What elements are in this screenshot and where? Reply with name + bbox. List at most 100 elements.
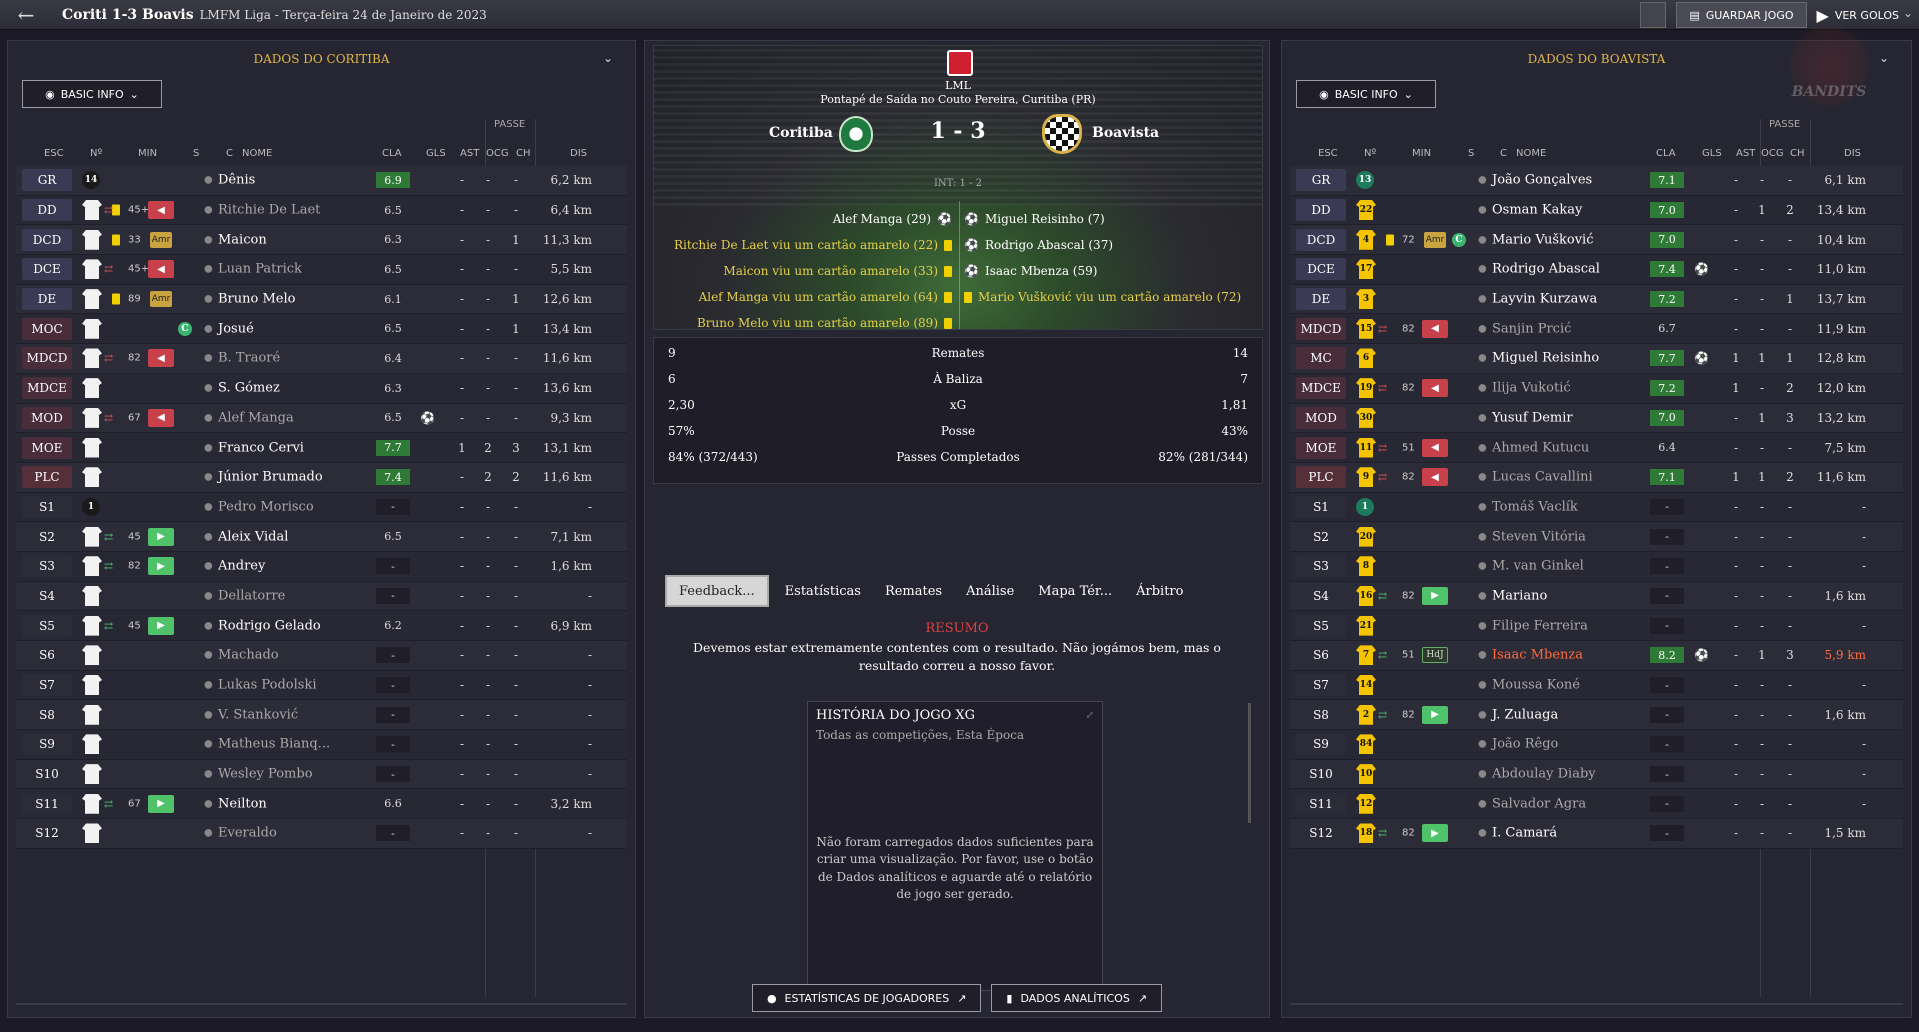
- player-name[interactable]: Salvador Agra: [1492, 796, 1586, 811]
- away-crest[interactable]: [1042, 114, 1082, 154]
- player-row[interactable]: DCE 17 ● Rodrigo Abascal 7.4 ⚽ - - - 11,0 km: [1290, 255, 1903, 285]
- player-row[interactable]: PLC 9 ⇄ 82 ◀ ● Lucas Cavallini 7.1 1 1 2 11,6 km: [1290, 462, 1903, 493]
- chevron-down-icon[interactable]: ⌄: [603, 51, 613, 65]
- player-name[interactable]: Alef Manga: [218, 410, 294, 425]
- player-name[interactable]: Yusuf Demir: [1492, 410, 1573, 425]
- player-row[interactable]: DD 22 ● Osman Kakay 7.0 - 1 2 13,4 km: [1290, 195, 1903, 226]
- player-name[interactable]: Lucas Cavallini: [1492, 470, 1593, 485]
- player-name[interactable]: Matheus Bianq...: [218, 737, 330, 752]
- view-goals-button[interactable]: ▶ VER GOLOS: [1817, 6, 1900, 25]
- player-row[interactable]: GR 13 ● João Gonçalves 7.1 - - - 6,1 km: [1290, 166, 1903, 196]
- player-name[interactable]: Mario Vušković: [1492, 232, 1593, 247]
- player-row[interactable]: S3 8 ● M. van Ginkel - - - - -: [1290, 551, 1903, 582]
- player-row[interactable]: PLC ● Júnior Brumado 7.4 - 2 2 11,6 km: [16, 462, 627, 493]
- player-name[interactable]: Lukas Podolski: [218, 678, 317, 693]
- scrollbar-thumb[interactable]: [1248, 703, 1251, 823]
- player-name[interactable]: Rodrigo Abascal: [1492, 262, 1600, 277]
- player-row[interactable]: MOC C ● Josué 6.5 - - 1 13,4 km: [16, 314, 627, 345]
- back-arrow-icon[interactable]: ←: [6, 2, 46, 28]
- player-row[interactable]: S12 18 ⇄ 82 ▶ ● I. Camará - - - - 1,5 km: [1290, 819, 1903, 849]
- player-name[interactable]: Moussa Koné: [1492, 678, 1580, 693]
- player-name[interactable]: Andrey: [218, 559, 265, 574]
- player-name[interactable]: João Rêgo: [1492, 737, 1558, 752]
- player-row[interactable]: S8 ● V. Stanković - - - - -: [16, 700, 627, 731]
- tab-2[interactable]: Remates: [873, 575, 954, 607]
- player-name[interactable]: Osman Kakay: [1492, 203, 1582, 218]
- player-name[interactable]: B. Traoré: [218, 351, 280, 366]
- player-row[interactable]: S5 ⇄ 45 ▶ ● Rodrigo Gelado 6.2 - - - 6,9 km: [16, 611, 627, 641]
- chevron-down-icon[interactable]: ⌄: [1903, 6, 1913, 20]
- blank-button[interactable]: [1640, 2, 1667, 28]
- player-row[interactable]: S7 ● Lukas Podolski - - - - -: [16, 670, 627, 701]
- player-row[interactable]: DCD 33 Amr ● Maicon 6.3 - - 1 11,3 km: [16, 225, 627, 256]
- player-row[interactable]: S5 21 ● Filipe Ferreira - - - - -: [1290, 611, 1903, 641]
- player-row[interactable]: MDCD 15 ⇄ 82 ◀ ● Sanjin Prcić 6.7 - - - 11,9 km: [1290, 314, 1903, 345]
- player-name[interactable]: Dellatorre: [218, 588, 285, 603]
- player-row[interactable]: S4 16 ⇄ 82 ▶ ● Mariano - - - - 1,6 km: [1290, 581, 1903, 612]
- player-name[interactable]: Ritchie De Laet: [218, 203, 320, 218]
- player-name[interactable]: Steven Vitória: [1492, 529, 1586, 544]
- player-row[interactable]: S7 14 ● Moussa Koné - - - - -: [1290, 670, 1903, 701]
- player-name[interactable]: Neilton: [218, 796, 267, 811]
- expand-icon[interactable]: ⤢: [1086, 710, 1094, 721]
- player-row[interactable]: S6 7 ⇄ 51 HdJ ● Isaac Mbenza 8.2 ⚽ - 1 3 5,9 km: [1290, 641, 1903, 671]
- player-name[interactable]: M. van Ginkel: [1492, 559, 1584, 574]
- tab-1[interactable]: Estatísticas: [773, 575, 873, 607]
- player-name[interactable]: Isaac Mbenza: [1492, 648, 1583, 663]
- player-row[interactable]: DCD 4 72 Amr C ● Mario Vušković 7.0 - - - 10,4 km: [1290, 225, 1903, 256]
- player-name[interactable]: Machado: [218, 648, 279, 663]
- player-row[interactable]: MOD 30 ● Yusuf Demir 7.0 - 1 3 13,2 km: [1290, 403, 1903, 434]
- player-row[interactable]: DD ⇄ 45+4 ◀ ● Ritchie De Laet 6.5- - -6,4 km: [16, 195, 627, 226]
- player-row[interactable]: S10 ● Wesley Pombo - - - - -: [16, 759, 627, 790]
- player-row[interactable]: MOD ⇄ 67 ◀ ● Alef Manga 6.5 ⚽ - - - 9,3 km: [16, 403, 627, 434]
- player-row[interactable]: S3 ⇄ 82 ▶ ● Andrey - - - - 1,6 km: [16, 551, 627, 582]
- player-name[interactable]: Bruno Melo: [218, 292, 295, 307]
- analytics-button[interactable]: ▮ DADOS ANALÍTICOS ↗: [991, 984, 1163, 1012]
- player-row[interactable]: DE 89 Amr ● Bruno Melo 6.1 - - 1 12,6 km: [16, 284, 627, 315]
- player-name[interactable]: J. Zuluaga: [1492, 707, 1558, 722]
- tab-3[interactable]: Análise: [954, 575, 1026, 607]
- player-row[interactable]: S8 2 ⇄ 82 ▶ ● J. Zuluaga - - - - 1,6 km: [1290, 700, 1903, 731]
- player-row[interactable]: S9 84 ● João Rêgo - - - - -: [1290, 730, 1903, 760]
- player-name[interactable]: Dênis: [218, 173, 255, 188]
- player-row[interactable]: S1 1 ● Pedro Morisco - - - - -: [16, 492, 627, 523]
- player-name[interactable]: Mariano: [1492, 588, 1547, 603]
- player-name[interactable]: Josué: [218, 321, 254, 336]
- player-name[interactable]: Filipe Ferreira: [1492, 618, 1588, 633]
- basic-info-dropdown[interactable]: ◉ BASIC INFO ⌄: [22, 80, 162, 108]
- player-name[interactable]: Aleix Vidal: [218, 529, 288, 544]
- scrollbar[interactable]: [16, 1003, 627, 1005]
- player-name[interactable]: Tomáš Vaclík: [1492, 499, 1578, 514]
- player-name[interactable]: Ilija Vukotić: [1492, 381, 1571, 396]
- player-name[interactable]: I. Camará: [1492, 826, 1557, 841]
- player-name[interactable]: Wesley Pombo: [218, 767, 313, 782]
- chevron-down-icon[interactable]: ⌄: [1879, 51, 1889, 65]
- player-row[interactable]: MDCE 19 ⇄ 82 ◀ ● Ilija Vukotić 7.2 1 - 2 12,0 km: [1290, 373, 1903, 404]
- player-row[interactable]: MDCE ● S. Gómez 6.3 - - - 13,6 km: [16, 373, 627, 404]
- player-row[interactable]: MC 6 ● Miguel Reisinho 7.7 ⚽ 1 1 1 12,8 km: [1290, 344, 1903, 374]
- player-name[interactable]: Luan Patrick: [218, 262, 302, 277]
- player-name[interactable]: V. Stanković: [218, 707, 298, 722]
- player-name[interactable]: Everaldo: [218, 826, 277, 841]
- player-name[interactable]: Miguel Reisinho: [1492, 351, 1599, 366]
- player-row[interactable]: S1 1 ● Tomáš Vaclík - - - - -: [1290, 492, 1903, 523]
- scrollbar[interactable]: [1290, 1003, 1903, 1005]
- player-row[interactable]: GR 14 ● Dênis 6.9 - - - 6,2 km: [16, 166, 627, 196]
- player-name[interactable]: S. Gómez: [218, 381, 280, 396]
- player-name[interactable]: Abdoulay Diaby: [1492, 767, 1596, 782]
- player-name[interactable]: Layvin Kurzawa: [1492, 292, 1597, 307]
- tab-4[interactable]: Mapa Tér...: [1026, 575, 1124, 607]
- basic-info-dropdown[interactable]: ◉ BASIC INFO ⌄: [1296, 80, 1436, 108]
- save-game-button[interactable]: ▤ GUARDAR JOGO: [1676, 2, 1807, 28]
- player-row[interactable]: MOE 11 ⇄ 51 ◀ ● Ahmed Kutucu 6.4 - - - 7,5 km: [1290, 433, 1903, 463]
- tab-5[interactable]: Árbitro: [1124, 575, 1195, 607]
- player-row[interactable]: S9 ● Matheus Bianq... - - - - -: [16, 730, 627, 760]
- player-name[interactable]: Rodrigo Gelado: [218, 618, 321, 633]
- player-name[interactable]: João Gonçalves: [1492, 173, 1592, 188]
- player-name[interactable]: Pedro Morisco: [218, 499, 314, 514]
- player-name[interactable]: Franco Cervi: [218, 440, 304, 455]
- player-stats-button[interactable]: ● ESTATÍSTICAS DE JOGADORES ↗: [751, 984, 982, 1012]
- player-row[interactable]: S2 ⇄ 45 ▶ ● Aleix Vidal 6.5 - - - 7,1 km: [16, 522, 627, 552]
- player-row[interactable]: MDCD ⇄ 82 ◀ ● B. Traoré 6.4 - - - 11,6 km: [16, 344, 627, 374]
- player-row[interactable]: S2 20 ● Steven Vitória - - - - -: [1290, 522, 1903, 552]
